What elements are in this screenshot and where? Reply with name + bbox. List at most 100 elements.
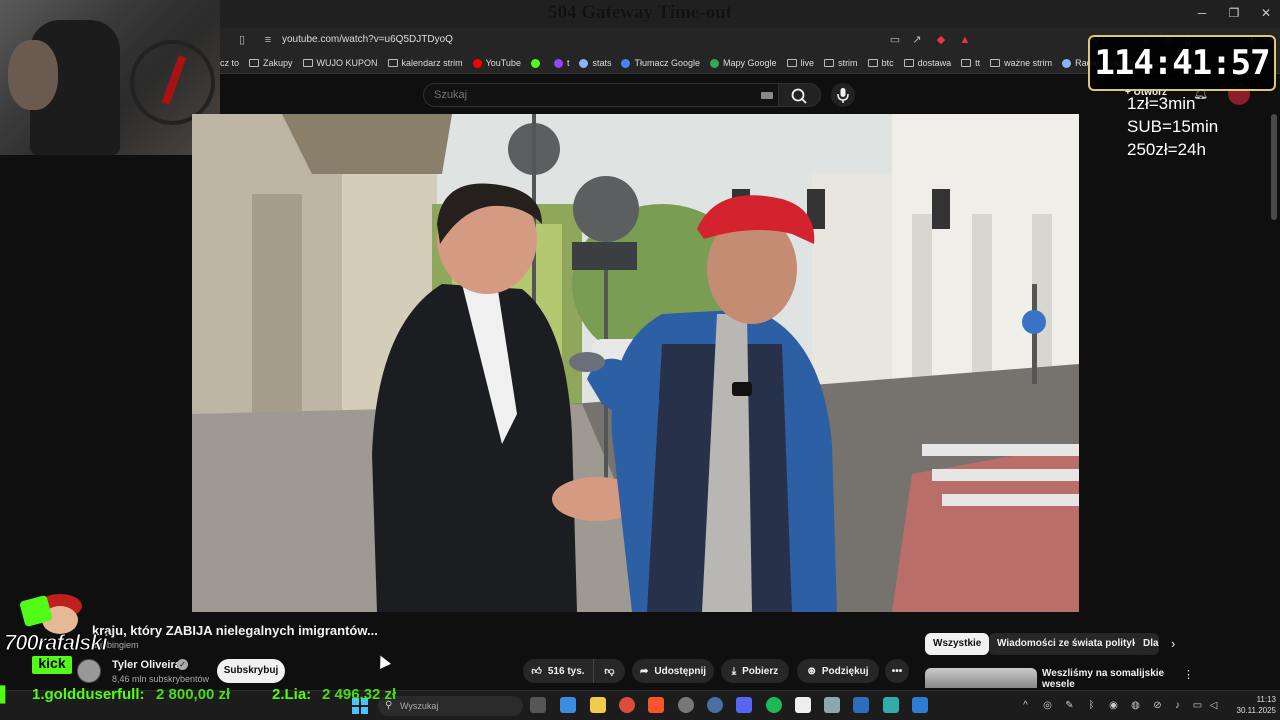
download-label: Pobierz <box>742 665 779 677</box>
chevron-up-icon[interactable]: ^ <box>1020 700 1031 711</box>
bookmark-item[interactable] <box>530 52 544 73</box>
tab-title[interactable]: 504 Gateway Time-out <box>220 2 1060 24</box>
bookmark-icon[interactable]: ▯ <box>234 32 250 48</box>
video-player[interactable] <box>192 114 1079 612</box>
ticker-name: 1.goldduserfull: <box>32 686 145 703</box>
discord-icon[interactable] <box>736 697 752 713</box>
mouse-cursor-icon <box>375 653 391 669</box>
bookmark-item[interactable]: dostawa <box>903 52 951 73</box>
chip-all[interactable]: Wszystkie <box>925 633 990 655</box>
keyboard-icon[interactable] <box>761 92 773 99</box>
bookmark-item[interactable]: YouTube <box>472 52 521 73</box>
site-settings-icon[interactable]: ≡ <box>260 32 276 48</box>
timer-value: 114:41:57 <box>1094 43 1270 83</box>
spotify-icon[interactable] <box>766 697 782 713</box>
taskbar-clock[interactable]: 11:13 30.11.2025 <box>1226 694 1276 716</box>
thanks-button[interactable]: ⊛ Podziękuj <box>797 659 879 683</box>
rate-line: SUB=15min <box>1127 117 1219 136</box>
app-icon[interactable] <box>707 697 723 713</box>
brave-shield-icon[interactable]: ◆ <box>933 32 949 48</box>
download-button[interactable]: ⤓ Pobierz <box>721 659 789 683</box>
bookmark-item[interactable]: ważne strim <box>990 52 1052 73</box>
bookmark-label: WUJO KUPON <box>316 58 378 68</box>
video-title: kraju, który ZABIJA nielegalnych imigran… <box>92 623 378 638</box>
mic-icon <box>837 88 849 103</box>
bookmark-item[interactable]: strim <box>824 52 858 73</box>
translate-icon <box>621 58 631 68</box>
chip-politics[interactable]: Wiadomości ze świata polityki <box>989 633 1149 655</box>
brave-rewards-icon[interactable]: ▲ <box>957 32 973 48</box>
bookmark-item[interactable]: Mapy Google <box>710 52 777 73</box>
cast-icon[interactable]: ▭ <box>887 32 903 48</box>
bookmark-label: cz to <box>220 58 240 68</box>
bookmark-item[interactable]: stats <box>579 52 611 73</box>
mic-tray-icon[interactable]: ♪ <box>1172 700 1183 711</box>
chrome-icon[interactable] <box>619 697 635 713</box>
recommendation-title[interactable]: Weszliśmy na somalijskie wesele <box>1042 668 1172 690</box>
bookmark-item[interactable]: WUJO KUPON <box>302 52 378 73</box>
bookmark-item[interactable]: Tłumacz Google <box>621 52 700 73</box>
brave-icon[interactable] <box>648 697 664 713</box>
like-count: 516 tys. <box>547 665 585 677</box>
bookmark-item[interactable]: kalendarz strim <box>387 52 463 73</box>
kebab-menu-icon[interactable]: ⋮ <box>1183 668 1194 681</box>
folder-icon <box>786 59 797 67</box>
youtube-icon <box>472 58 482 68</box>
task-view-icon[interactable] <box>530 697 546 713</box>
page-scrollbar[interactable] <box>1271 114 1277 220</box>
calculator-icon[interactable] <box>824 697 840 713</box>
subscribe-button[interactable]: Subskrybuj <box>217 659 285 683</box>
link-icon <box>1062 58 1072 68</box>
app-icon[interactable] <box>883 697 899 713</box>
recommendation-thumbnail[interactable] <box>925 668 1037 688</box>
tray-icon[interactable]: ✎ <box>1064 700 1075 711</box>
clock-date: 30.11.2025 <box>1236 706 1276 715</box>
maximize-icon[interactable]: ❐ <box>1227 6 1241 20</box>
clock-time: 11:13 <box>1256 695 1276 704</box>
bookmark-label: tt <box>975 58 981 68</box>
tray-icon[interactable]: ◎ <box>1042 700 1053 711</box>
widgets-icon[interactable] <box>560 697 576 713</box>
url-text[interactable]: youtube.com/watch?v=u6Q5DJTDyoQ <box>282 34 453 45</box>
bookmark-label: t <box>566 58 570 68</box>
chip-more[interactable]: Dla <box>1135 633 1159 655</box>
folder-icon <box>249 59 260 67</box>
kick-channel-logo: 700rafalski kick <box>2 590 108 676</box>
bluetooth-icon[interactable]: ᛒ <box>1086 700 1097 711</box>
tray-icon[interactable]: ⊘ <box>1152 700 1163 711</box>
download-arrow-icon: ⤓ <box>731 665 737 677</box>
dislike-button[interactable]: 👎︎ <box>593 659 625 683</box>
channel-name[interactable]: Tyler Oliveira <box>112 659 181 671</box>
bookmark-item[interactable]: cz to <box>220 52 240 73</box>
share-icon[interactable]: ↗ <box>909 32 925 48</box>
volume-icon[interactable]: ◁ <box>1208 700 1219 711</box>
share-button[interactable]: ➦ Udostępnij <box>632 659 714 683</box>
chevron-right-icon[interactable]: › <box>1171 636 1175 651</box>
file-explorer-icon[interactable] <box>590 697 606 713</box>
search-input[interactable] <box>424 84 724 106</box>
video-frame <box>192 114 1079 612</box>
obs-icon[interactable] <box>678 697 694 713</box>
bookmark-item[interactable]: tt <box>961 52 981 73</box>
streamlabs-icon[interactable] <box>795 697 811 713</box>
app-x-icon[interactable] <box>853 697 869 713</box>
close-icon[interactable]: ✕ <box>1259 6 1273 20</box>
twitch-icon <box>553 58 563 68</box>
steam-icon[interactable]: ◍ <box>1130 700 1141 711</box>
search-button[interactable] <box>779 83 821 107</box>
more-actions-button[interactable]: ••• <box>885 659 909 683</box>
bookmark-item[interactable]: btc <box>867 52 894 73</box>
like-button[interactable]: 👍︎ 516 tys. <box>523 659 593 683</box>
network-icon[interactable]: ▭ <box>1192 700 1203 711</box>
minimize-icon[interactable]: ─ <box>1195 6 1209 20</box>
bookmark-item[interactable]: Zakupy <box>249 52 293 73</box>
voice-search-button[interactable] <box>831 83 855 107</box>
tray-icon[interactable]: ◉ <box>1108 700 1119 711</box>
notepad-icon[interactable] <box>912 697 928 713</box>
kick-icon <box>530 58 540 68</box>
link-icon <box>579 58 589 68</box>
thumbs-up-icon: 👍︎ <box>531 666 542 677</box>
ticker-marker: ▌ <box>0 686 11 703</box>
bookmark-item[interactable]: t <box>553 52 570 73</box>
bookmark-item[interactable]: live <box>786 52 814 73</box>
